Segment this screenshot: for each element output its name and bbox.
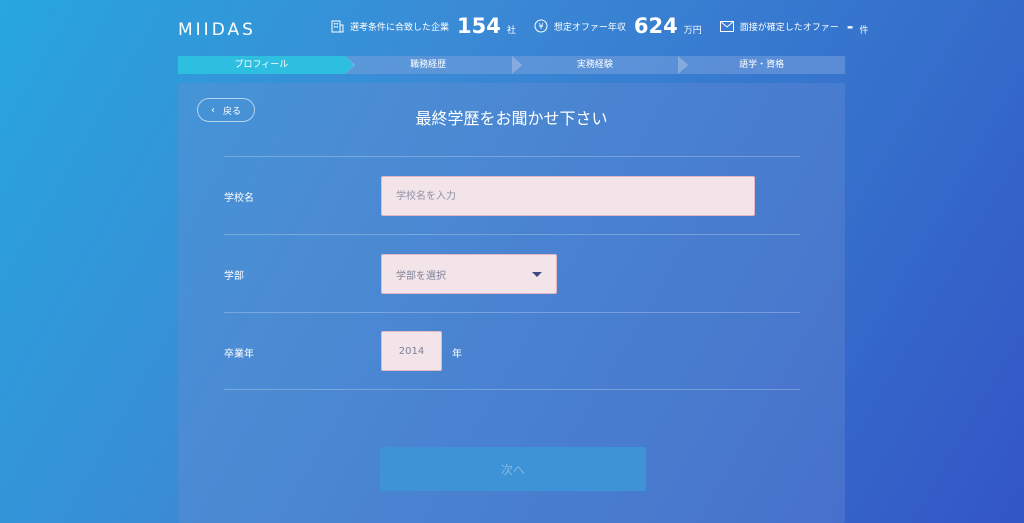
next-button[interactable]: 次へ <box>380 447 646 491</box>
svg-text:¥: ¥ <box>538 22 543 31</box>
step-profile: プロフィール <box>178 56 355 74</box>
page-title: 最終学歴をお聞かせ下さい <box>415 109 608 128</box>
miidas-logo[interactable]: MIIDAS <box>178 20 256 40</box>
stat-expected-salary: ¥ 想定オファー年収 624 万円 <box>534 14 702 38</box>
graduation-year-unit: 年 <box>452 349 462 360</box>
step-work-history: 職務経歴 <box>344 56 522 74</box>
divider <box>224 234 800 235</box>
stat-value: - <box>846 16 854 36</box>
faculty-select[interactable]: 学部を選択 <box>381 254 557 294</box>
step-label: プロフィール <box>234 60 289 70</box>
stat-unit: 社 <box>506 25 516 36</box>
graduation-year-label: 卒業年 <box>224 349 254 360</box>
faculty-select-value: 学部を選択 <box>396 270 446 282</box>
step-arrow <box>511 56 521 74</box>
next-button-label: 次へ <box>500 462 525 477</box>
progress-steps: プロフィール 職務経歴 実務経験 語学・資格 <box>178 56 845 74</box>
caret-down-icon <box>532 271 542 277</box>
education-form-card: ‹ 戻る 最終学歴をお聞かせ下さい 学校名 学部 学部を選択 卒業年 2014 … <box>178 83 845 523</box>
step-arrow <box>678 56 688 74</box>
step-language-qualifications: 語学・資格 <box>678 56 845 74</box>
stat-unit: 万円 <box>683 25 702 36</box>
graduation-year-value: 2014 <box>398 345 425 357</box>
stats-bar: 選考条件に合致した企業 154 社 ¥ 想定オファー年収 624 万円 面接が確… <box>330 14 886 38</box>
school-name-input[interactable] <box>381 176 755 216</box>
stat-label: 面接が確定したオファー <box>739 22 839 33</box>
logo-text: MIIDAS <box>178 20 256 40</box>
stat-value: 624 <box>633 14 678 38</box>
divider <box>224 156 800 157</box>
faculty-label: 学部 <box>224 271 244 282</box>
stat-confirmed-interviews: 面接が確定したオファー - 件 <box>719 16 869 36</box>
step-label: 職務経歴 <box>410 60 447 70</box>
stat-label: 想定オファー年収 <box>553 22 626 33</box>
building-icon <box>330 19 344 33</box>
step-arrow <box>344 56 354 74</box>
yen-icon: ¥ <box>534 19 548 33</box>
stat-matched-companies: 選考条件に合致した企業 154 社 <box>330 14 516 38</box>
step-experience: 実務経験 <box>511 56 689 74</box>
mail-icon <box>719 19 734 33</box>
divider <box>224 389 800 390</box>
step-label: 語学・資格 <box>739 60 785 70</box>
stat-value: 154 <box>457 14 501 38</box>
step-label: 実務経験 <box>576 60 613 70</box>
divider <box>224 312 800 313</box>
school-name-label: 学校名 <box>224 193 254 204</box>
stat-unit: 件 <box>859 25 869 36</box>
stat-label: 選考条件に合致した企業 <box>350 22 450 33</box>
graduation-year-select[interactable]: 2014 <box>381 331 442 371</box>
